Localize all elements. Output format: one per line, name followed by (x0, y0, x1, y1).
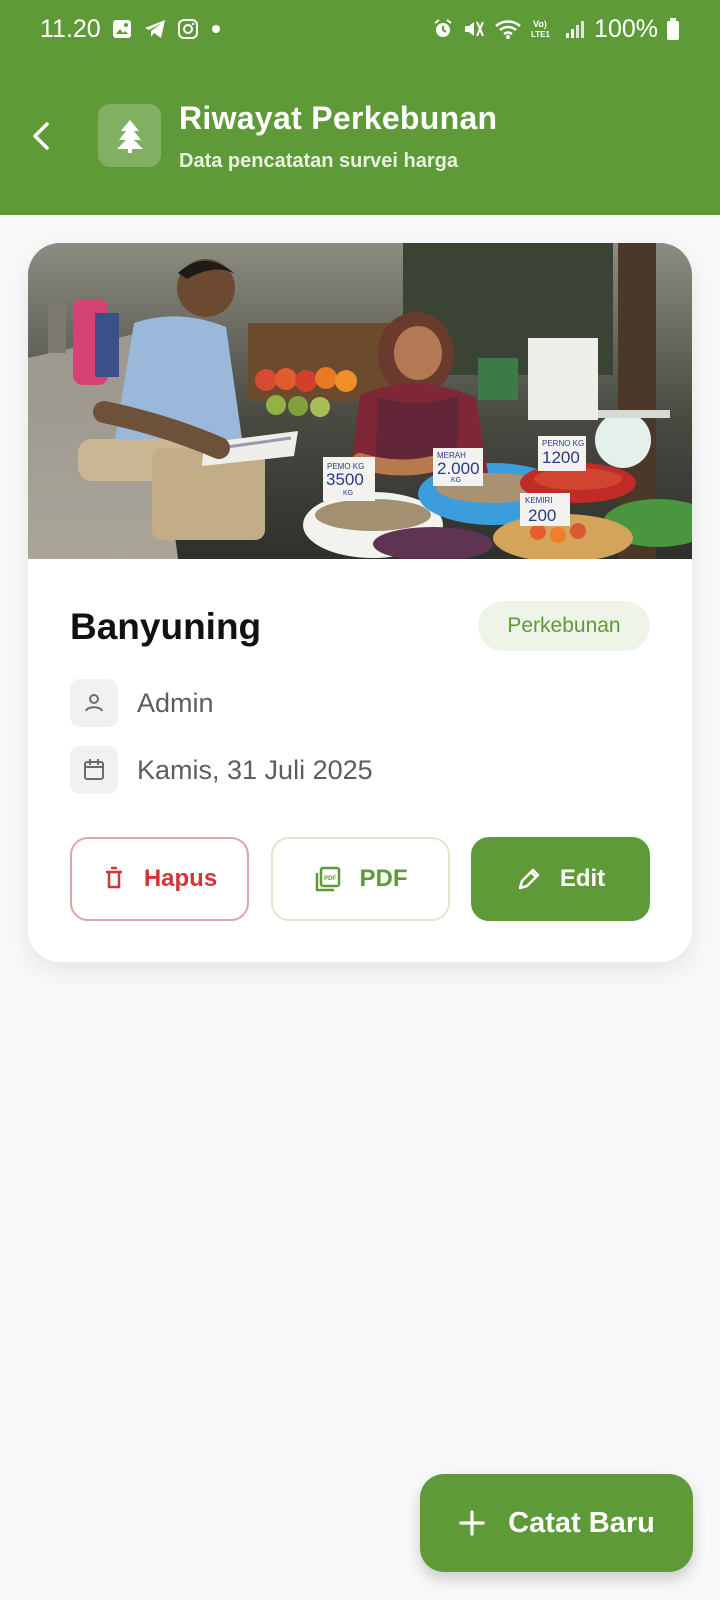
battery-percent: 100% (594, 14, 658, 43)
svg-text:Vo): Vo) (533, 19, 547, 29)
photo-sign-unit-1: KG (343, 490, 353, 497)
edit-button[interactable]: Edit (471, 837, 650, 921)
edit-label: Edit (559, 865, 606, 892)
delete-button[interactable]: Hapus (70, 837, 249, 921)
pencil-icon (518, 868, 540, 890)
pdf-button[interactable]: PDF PDF (271, 837, 450, 921)
photo-sign-label-3: PERNO KG (542, 439, 584, 448)
trash-icon (105, 866, 122, 889)
photo-sign-label-4: KEMIRI (525, 496, 553, 505)
chevron-left-icon (33, 122, 49, 150)
calendar-icon (70, 746, 118, 794)
alarm-icon (432, 18, 454, 40)
mute-icon (462, 18, 486, 40)
photo-sign-value-4: 200 (528, 506, 556, 525)
person-icon (70, 679, 118, 727)
battery-icon (666, 17, 680, 41)
pdf-label: PDF (359, 865, 408, 892)
author-text: Admin (137, 687, 214, 718)
photo-sign-value-2: 2.000 (437, 459, 480, 478)
svg-text:LTE1: LTE1 (531, 30, 551, 39)
delete-label: Hapus (143, 865, 218, 892)
status-right: Vo) LTE1 100% (432, 15, 680, 44)
category-badge: Perkebunan (478, 601, 650, 651)
status-time: 11.20 (40, 14, 101, 43)
plus-icon (459, 1510, 485, 1536)
status-bar: 11.20 Vo) LTE1 100% (0, 0, 720, 58)
record-title: Banyuning (70, 606, 262, 647)
tree-icon-box (98, 104, 161, 167)
photo-sign-value-3: 1200 (542, 448, 580, 467)
gallery-icon (111, 18, 133, 40)
author-row: Admin (70, 679, 214, 727)
record-card[interactable]: PEMO KG 3500 KG MERAH 2.000 KG PERNO KG … (28, 243, 692, 962)
date-row: Kamis, 31 Juli 2025 (70, 746, 373, 794)
status-left: 11.20 (40, 15, 223, 44)
market-survey-photo: PEMO KG 3500 KG MERAH 2.000 KG PERNO KG … (28, 243, 692, 559)
wifi-icon (494, 18, 522, 40)
telegram-icon (143, 18, 167, 40)
page-subtitle: Data pencatatan survei harga (179, 150, 458, 172)
add-record-label: Catat Baru (508, 1506, 655, 1539)
tree-icon (116, 119, 143, 153)
app-bar: 11.20 Vo) LTE1 100% Riwayat Perkebunan D… (0, 0, 720, 215)
date-text: Kamis, 31 Juli 2025 (137, 754, 373, 785)
instagram-icon (177, 18, 199, 40)
add-record-button[interactable]: Catat Baru (420, 1474, 693, 1572)
signal-icon (564, 18, 586, 40)
pdf-icon: PDF (315, 866, 340, 892)
page-title: Riwayat Perkebunan (179, 100, 498, 136)
notification-dot-icon (209, 22, 223, 36)
photo-sign-unit-2: KG (451, 477, 461, 484)
photo-sign-value-1: 3500 (326, 470, 364, 489)
svg-text:PDF: PDF (324, 876, 336, 882)
volte-icon: Vo) LTE1 (530, 17, 556, 41)
back-button[interactable] (22, 112, 62, 160)
